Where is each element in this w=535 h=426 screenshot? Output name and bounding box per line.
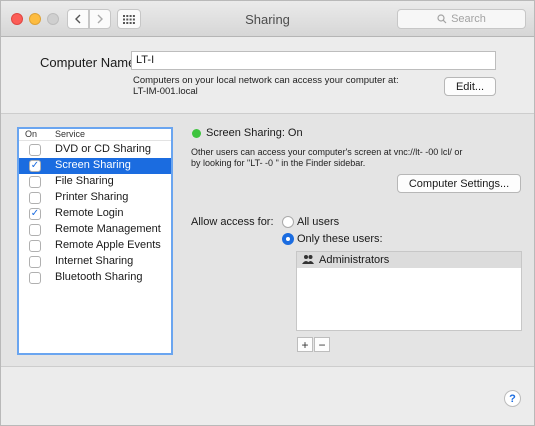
only-these-users-label[interactable]: Only these users: [297, 233, 383, 245]
service-row-remote-login[interactable]: ✓ Remote Login [19, 206, 171, 222]
service-label: Printer Sharing [55, 191, 129, 203]
user-name: Administrators [319, 254, 390, 266]
computer-name-label: Computer Name: [40, 55, 139, 70]
screen-sharing-status: Screen Sharing: On [206, 127, 303, 139]
remove-user-button[interactable]: − [314, 337, 330, 352]
service-checkbox[interactable]: ✓ [29, 160, 41, 172]
titlebar: Sharing Search [1, 1, 534, 37]
computer-name-field[interactable]: LT-I [131, 51, 496, 70]
only-these-users-radio[interactable] [282, 233, 294, 245]
search-icon [437, 14, 447, 24]
computer-name-description: Computers on your local network can acce… [133, 75, 423, 97]
edit-button[interactable]: Edit... [444, 77, 496, 96]
service-label: Internet Sharing [55, 255, 134, 267]
header-service: Service [55, 129, 86, 139]
service-checkbox[interactable] [29, 144, 41, 156]
computer-settings-button[interactable]: Computer Settings... [397, 174, 521, 193]
service-label: Remote Apple Events [55, 239, 161, 251]
all-users-label[interactable]: All users [297, 216, 339, 228]
all-users-radio[interactable] [282, 216, 294, 228]
service-label: DVD or CD Sharing [55, 143, 151, 155]
service-checkbox[interactable]: ✓ [29, 208, 41, 220]
service-row-file-sharing[interactable]: File Sharing [19, 174, 171, 190]
service-row-remote-apple-events[interactable]: Remote Apple Events [19, 238, 171, 254]
service-label: File Sharing [55, 175, 114, 187]
group-icon [302, 254, 314, 266]
service-row-internet-sharing[interactable]: Internet Sharing [19, 254, 171, 270]
screen-sharing-description: Other users can access your computer's s… [191, 147, 521, 169]
header-on: On [25, 129, 38, 139]
status-indicator-icon [192, 129, 201, 138]
screen-sharing-description-line1: Other users can access your computer's s… [191, 147, 463, 157]
add-user-button[interactable]: + [297, 337, 313, 352]
service-label: Bluetooth Sharing [55, 271, 143, 283]
service-checkbox[interactable] [29, 192, 41, 204]
service-label: Remote Management [55, 223, 161, 235]
screen-sharing-description-line2: by looking for "LT- -0 " in the Finder s… [191, 158, 366, 168]
service-label: Screen Sharing [55, 159, 131, 171]
service-row-remote-management[interactable]: Remote Management [19, 222, 171, 238]
search-placeholder: Search [451, 13, 486, 25]
computer-name-description-line1: Computers on your local network can acce… [133, 75, 399, 86]
computer-name-hostname: LT-IM-001.local [133, 86, 198, 97]
user-row-administrators[interactable]: Administrators [297, 252, 521, 268]
service-checkbox[interactable] [29, 272, 41, 284]
service-checkbox[interactable] [29, 240, 41, 252]
service-label: Remote Login [55, 207, 124, 219]
service-row-screen-sharing[interactable]: ✓ Screen Sharing [19, 158, 171, 174]
service-checkbox[interactable] [29, 224, 41, 236]
allow-access-label: Allow access for: [191, 216, 274, 228]
service-checkbox[interactable] [29, 256, 41, 268]
service-checkbox[interactable] [29, 176, 41, 188]
search-field[interactable]: Search [397, 9, 526, 29]
service-row-bluetooth-sharing[interactable]: Bluetooth Sharing [19, 270, 171, 286]
service-list[interactable]: On Service DVD or CD Sharing ✓ Screen Sh… [17, 127, 173, 355]
allowed-users-list[interactable]: Administrators [296, 251, 522, 331]
help-button[interactable]: ? [504, 390, 521, 407]
service-row-printer-sharing[interactable]: Printer Sharing [19, 190, 171, 206]
service-list-header: On Service [19, 129, 171, 141]
service-row-dvd-or-cd-sharing[interactable]: DVD or CD Sharing [19, 142, 171, 158]
sharing-window: Sharing Search Computer Name: LT-I Compu… [0, 0, 535, 426]
